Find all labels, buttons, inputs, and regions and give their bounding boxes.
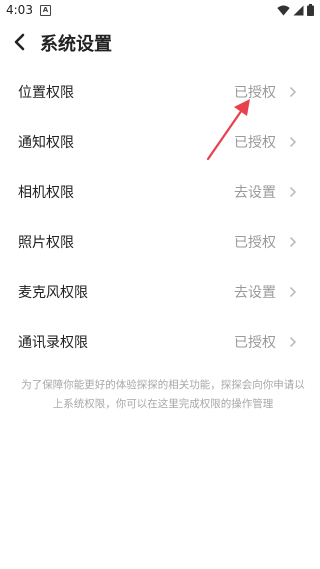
permission-row-notification[interactable]: 通知权限 已授权 — [0, 117, 320, 167]
permission-label: 照片权限 — [18, 235, 74, 251]
permission-row-contacts[interactable]: 通讯录权限 已授权 — [0, 317, 320, 367]
battery-icon — [307, 4, 314, 16]
permission-status: 已授权 — [234, 335, 276, 351]
permission-label: 麦克风权限 — [18, 285, 88, 301]
chevron-right-icon — [290, 87, 296, 97]
chevron-right-icon — [290, 237, 296, 247]
permission-note: 为了保障你能更好的体验探探的相关功能，探探会向你申请以上系统权限，你可以在这里完… — [21, 379, 305, 410]
chevron-right-icon — [290, 137, 296, 147]
permission-row-microphone[interactable]: 麦克风权限 去设置 — [0, 267, 320, 317]
permission-label: 相机权限 — [18, 185, 74, 201]
permission-row-location[interactable]: 位置权限 已授权 — [0, 67, 320, 117]
permission-label: 通讯录权限 — [18, 335, 88, 351]
wifi-icon — [277, 5, 290, 15]
status-time: 4:03 — [6, 3, 33, 17]
chevron-left-icon — [14, 33, 25, 51]
permission-list: 位置权限 已授权 通知权限 已授权 相机权限 去设置 照片权限 已授权 麦克风权… — [0, 67, 320, 367]
permission-label: 位置权限 — [18, 85, 74, 101]
annotation-arrow-icon — [206, 99, 250, 161]
permission-status: 去设置 — [234, 185, 276, 201]
chevron-right-icon — [290, 337, 296, 347]
back-button[interactable] — [8, 30, 30, 54]
page-title: 系统设置 — [40, 34, 112, 55]
chevron-right-icon — [290, 287, 296, 297]
notification-icon: A — [40, 5, 51, 16]
status-icons — [277, 4, 314, 16]
permission-row-photos[interactable]: 照片权限 已授权 — [0, 217, 320, 267]
header: 系统设置 — [0, 24, 320, 60]
permission-row-camera[interactable]: 相机权限 去设置 — [0, 167, 320, 217]
permission-status: 去设置 — [234, 285, 276, 301]
permission-status: 已授权 — [234, 235, 276, 251]
chevron-right-icon — [290, 187, 296, 197]
signal-icon — [293, 5, 304, 15]
status-bar: 4:03 A — [0, 0, 320, 22]
permission-label: 通知权限 — [18, 135, 74, 151]
